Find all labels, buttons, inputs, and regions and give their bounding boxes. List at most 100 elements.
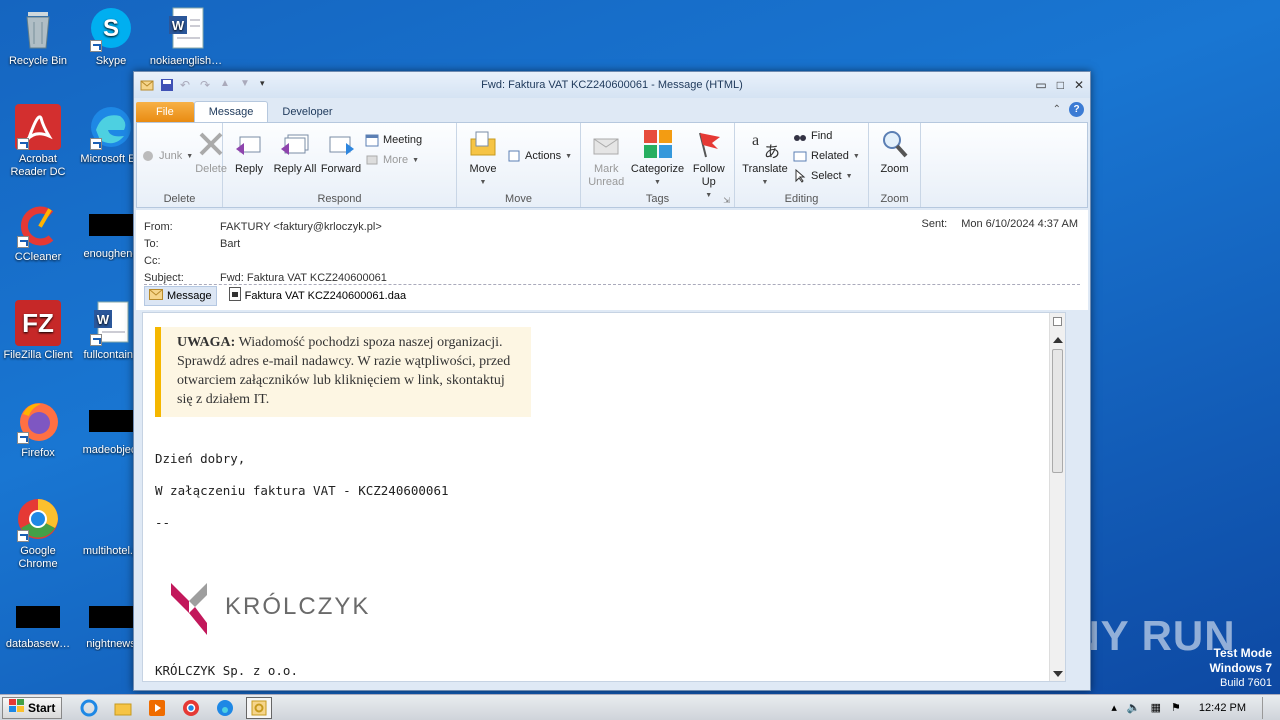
title-bar: ↶ ↷ ▲ ▼ ▾ Fwd: Faktura VAT KCZ240600061 … — [134, 72, 1090, 98]
chrome-icon — [15, 496, 61, 542]
start-button[interactable]: Start — [2, 696, 63, 719]
taskbar-explorer-icon[interactable] — [110, 697, 136, 719]
svg-text:W: W — [97, 312, 110, 327]
undo-icon[interactable]: ↶ — [180, 78, 194, 92]
message-header: From: FAKTURY <faktury@krloczyk.pl> To: Ba… — [136, 210, 1088, 310]
network-icon[interactable]: ▦ — [1151, 701, 1161, 714]
desktop-icon-skype[interactable]: S Skype — [73, 6, 149, 68]
mark-unread-button[interactable]: Mark Unread — [585, 127, 628, 191]
junk-button[interactable]: Junk ▼ — [141, 149, 193, 163]
cursor-icon — [793, 168, 807, 183]
desktop-icon-databasew[interactable]: databasew… — [0, 606, 76, 651]
related-button[interactable]: Related ▼ — [793, 149, 860, 163]
taskbar-ie-icon[interactable] — [76, 697, 102, 719]
svg-text:W: W — [172, 18, 185, 33]
desktop-icon-chrome[interactable]: Google Chrome — [0, 496, 76, 571]
meeting-button[interactable]: Meeting — [365, 133, 422, 147]
show-desktop-button[interactable] — [1262, 696, 1272, 719]
reply-button[interactable]: Reply — [227, 127, 271, 191]
up-arrow-icon[interactable]: ▲ — [220, 78, 234, 92]
to-value[interactable]: Bart — [220, 238, 240, 250]
message-window: ↶ ↷ ▲ ▼ ▾ Fwd: Faktura VAT KCZ240600061 … — [133, 71, 1091, 691]
company-logo: KRÓLCZYK — [167, 577, 370, 637]
close-button[interactable]: ✕ — [1074, 78, 1084, 92]
scroll-down-arrow[interactable] — [1053, 671, 1063, 677]
down-arrow-icon[interactable]: ▼ — [240, 78, 254, 92]
envelope-icon — [149, 288, 163, 303]
test-mode-watermark: Test Mode Windows 7 Build 7601 — [1209, 646, 1272, 689]
invoice-line: W załączeniu faktura VAT - KCZ240600061 — [155, 483, 449, 498]
desktop-icon-recycle-bin[interactable]: Recycle Bin — [0, 6, 76, 68]
forward-icon — [326, 129, 356, 159]
message-tab[interactable]: Message — [144, 285, 217, 306]
find-button[interactable]: Find — [793, 129, 860, 143]
more-icon — [365, 153, 379, 167]
desktop-icon-firefox[interactable]: Firefox — [0, 398, 76, 460]
redacted-file-icon — [89, 214, 133, 236]
vertical-scrollbar[interactable] — [1049, 313, 1065, 681]
system-tray: ▴ 🔈 ▦ ⚑ 12:42 PM — [1111, 696, 1280, 719]
tab-message[interactable]: Message — [193, 101, 269, 122]
more-button[interactable]: More ▼ — [365, 153, 422, 167]
reply-all-icon — [280, 129, 310, 159]
svg-text:a: a — [752, 132, 759, 149]
redacted-file-icon — [16, 606, 60, 628]
svg-text:あ: あ — [764, 143, 780, 159]
help-icon[interactable]: ? — [1069, 102, 1084, 117]
redo-icon[interactable]: ↷ — [200, 78, 214, 92]
actions-button[interactable]: Actions ▼ — [507, 149, 572, 163]
reply-icon — [234, 129, 264, 159]
junk-icon — [141, 149, 155, 163]
company-name: KRÓLCZYK Sp. z o.o. — [155, 663, 298, 678]
desktop-icon-acrobat[interactable]: Acrobat Reader DC — [0, 104, 76, 179]
categorize-icon — [643, 129, 673, 159]
scroll-split-icon — [1053, 317, 1062, 326]
attachment-file[interactable]: Faktura VAT KCZ240600061.daa — [225, 285, 410, 306]
external-warning: UWAGA: Wiadomość pochodzi spoza naszej o… — [155, 327, 531, 417]
attachment-bar: Message Faktura VAT KCZ240600061.daa — [144, 284, 1080, 306]
minimize-ribbon-icon[interactable]: ⌃ — [1053, 104, 1061, 115]
move-button[interactable]: Move ▼ — [461, 127, 505, 191]
greeting: Dzień dobry, — [155, 451, 246, 466]
scroll-up-arrow[interactable] — [1053, 337, 1063, 343]
tags-dialog-launcher-icon[interactable]: ⇲ — [723, 196, 730, 205]
taskbar-outlook-icon[interactable] — [246, 696, 273, 719]
select-button[interactable]: Select ▼ — [793, 168, 860, 183]
tab-developer[interactable]: Developer — [268, 102, 346, 122]
tray-expand-icon[interactable]: ▴ — [1111, 701, 1117, 714]
follow-up-button[interactable]: Follow Up ▼ — [688, 127, 731, 199]
delete-x-icon — [196, 129, 226, 159]
flag-icon — [694, 129, 724, 159]
message-body: UWAGA: Wiadomość pochodzi spoza naszej o… — [142, 312, 1066, 682]
flag-icon[interactable]: ⚑ — [1171, 701, 1181, 714]
signature-separator: -- — [155, 515, 171, 530]
categorize-button[interactable]: Categorize ▼ — [630, 127, 686, 191]
tab-file[interactable]: File — [136, 102, 194, 122]
taskbar-edge-icon[interactable] — [212, 697, 238, 719]
save-icon[interactable] — [160, 78, 174, 92]
speaker-icon[interactable]: 🔈 — [1127, 701, 1141, 714]
desktop-icon-filezilla[interactable]: FZ FileZilla Client — [0, 300, 76, 362]
clock[interactable]: 12:42 PM — [1199, 702, 1246, 714]
desktop-icon-ccleaner[interactable]: CCleaner — [0, 202, 76, 264]
minimize-button[interactable]: ▭ — [1035, 78, 1046, 92]
taskbar-media-player-icon[interactable] — [144, 697, 170, 719]
translate-button[interactable]: aあ Translate ▼ — [739, 127, 791, 191]
scroll-thumb[interactable] — [1052, 349, 1063, 473]
move-folder-icon — [468, 129, 498, 159]
maximize-button[interactable]: □ — [1057, 78, 1064, 92]
translate-icon: aあ — [750, 129, 780, 161]
svg-text:FZ: FZ — [22, 308, 54, 338]
group-delete: Junk ▼ Delete Delete — [137, 123, 227, 207]
customize-qat-icon[interactable]: ▾ — [260, 78, 274, 92]
from-value[interactable]: FAKTURY <faktury@krloczyk.pl> — [220, 221, 382, 233]
taskbar-chrome-icon[interactable] — [178, 697, 204, 719]
binoculars-icon — [793, 129, 807, 143]
group-move: Move ▼ Actions ▼ Move — [457, 123, 581, 207]
zoom-button[interactable]: Zoom — [873, 127, 916, 191]
desktop-icon-word-doc[interactable]: W nokiaenglish… — [148, 6, 224, 68]
forward-button[interactable]: Forward — [319, 127, 363, 191]
sent-date: Mon 6/10/2024 4:37 AM — [961, 218, 1078, 230]
reply-all-button[interactable]: Reply All — [273, 127, 317, 191]
group-tags: Mark Unread Categorize ▼ Follow Up ▼ Tags … — [581, 123, 735, 207]
